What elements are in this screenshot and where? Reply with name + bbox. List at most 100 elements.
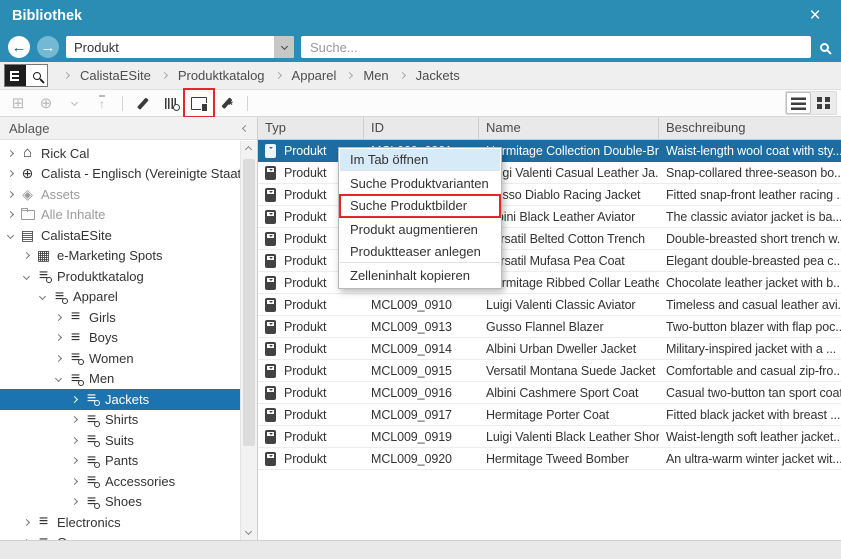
- tree-item[interactable]: Electronics: [0, 512, 257, 533]
- tree-item[interactable]: Assets: [0, 184, 257, 205]
- tree-mode-button[interactable]: [5, 65, 26, 86]
- chevron-icon[interactable]: [71, 437, 78, 444]
- chevron-icon[interactable]: [71, 457, 78, 464]
- context-menu-item[interactable]: Zelleninhalt kopieren: [340, 265, 500, 287]
- column-header[interactable]: ID: [364, 117, 479, 139]
- tree-item[interactable]: Pants: [0, 451, 257, 472]
- scroll-up-icon[interactable]: [245, 146, 252, 153]
- chevron-icon[interactable]: [39, 293, 46, 300]
- chevron-icon[interactable]: [71, 478, 78, 485]
- type-label: Produkt: [284, 408, 326, 422]
- breadcrumb-label[interactable]: CalistaESite: [75, 68, 156, 83]
- toolbar-button[interactable]: [89, 91, 115, 115]
- column-header[interactable]: Beschreibung: [659, 117, 841, 139]
- context-menu-item[interactable]: Suche Produktvarianten: [340, 173, 500, 195]
- chevron-icon[interactable]: [71, 498, 78, 505]
- tree-item[interactable]: Suits: [0, 430, 257, 451]
- toolbar-button[interactable]: [158, 91, 184, 115]
- type-filter-dropdown[interactable]: Produkt: [66, 36, 294, 58]
- chevron-icon[interactable]: [7, 191, 14, 198]
- chevron-icon[interactable]: [23, 252, 30, 259]
- window-title: Bibliothek: [12, 8, 805, 24]
- tree-item-label: Suits: [105, 433, 134, 448]
- forward-icon[interactable]: [37, 36, 59, 58]
- tree-item[interactable]: Men: [0, 369, 257, 390]
- view-toggle-button[interactable]: [811, 92, 836, 114]
- toolbar-button[interactable]: [33, 91, 59, 115]
- breadcrumb-label[interactable]: Apparel: [287, 68, 342, 83]
- table-row[interactable]: Produkt MCL009_0915 Versatil Montana Sue…: [258, 360, 841, 382]
- tree-item[interactable]: Shirts: [0, 410, 257, 431]
- breadcrumb-label[interactable]: Jackets: [411, 68, 465, 83]
- name-cell: Versatil Belted Cotton Trench: [479, 232, 659, 246]
- library-window: Bibliothek Produkt CalistaESite Produktk…: [0, 0, 841, 559]
- tree-item[interactable]: Alle Inhalte: [0, 205, 257, 226]
- search-input[interactable]: [301, 36, 811, 58]
- chevron-icon[interactable]: [55, 355, 62, 362]
- toolbar-button[interactable]: [214, 91, 240, 115]
- scrollbar-thumb[interactable]: [243, 159, 255, 446]
- name-cell: Hermitage Collection Double-Br...: [479, 144, 659, 158]
- tree-item[interactable]: e-Marketing Spots: [0, 246, 257, 267]
- description-cell: Fitted black jacket with breast ...: [659, 408, 841, 422]
- chevron-icon[interactable]: [23, 539, 30, 540]
- chevron-icon[interactable]: [55, 314, 62, 321]
- chevron-icon[interactable]: [7, 150, 14, 157]
- tree-item[interactable]: Women: [0, 348, 257, 369]
- context-menu-item[interactable]: Produkt augmentieren: [340, 219, 500, 241]
- chevron-icon[interactable]: [7, 170, 14, 177]
- collapse-panel-icon[interactable]: [242, 124, 249, 131]
- tree-item[interactable]: Rick Cal: [0, 143, 257, 164]
- table-row[interactable]: Produkt MCL009_0917 Hermitage Porter Coa…: [258, 404, 841, 426]
- close-icon[interactable]: [805, 6, 825, 26]
- tree-item[interactable]: Grocery: [0, 533, 257, 541]
- tree-item[interactable]: CalistaESite: [0, 225, 257, 246]
- toolbar-button[interactable]: [186, 91, 212, 115]
- tree-item[interactable]: Boys: [0, 328, 257, 349]
- search-icon[interactable]: [820, 43, 829, 52]
- back-icon[interactable]: [8, 36, 30, 58]
- tree-item[interactable]: Produktkatalog: [0, 266, 257, 287]
- tree-item[interactable]: Calista - Englisch (Vereinigte Staaten): [0, 164, 257, 185]
- table-row[interactable]: Produkt MCL009_0913 Gusso Flannel Blazer…: [258, 316, 841, 338]
- table-row[interactable]: Produkt MCL009_0914 Albini Urban Dweller…: [258, 338, 841, 360]
- chevron-icon[interactable]: [23, 273, 30, 280]
- breadcrumb-label[interactable]: Men: [358, 68, 393, 83]
- chevron-icon[interactable]: [71, 416, 78, 423]
- chevron-icon[interactable]: [71, 396, 78, 403]
- chevron-icon[interactable]: [23, 519, 30, 526]
- tree-item[interactable]: Accessories: [0, 471, 257, 492]
- chevron-icon[interactable]: [55, 334, 62, 341]
- table-row[interactable]: Produkt MCL009_0919 Luigi Valenti Black …: [258, 426, 841, 448]
- tree-item[interactable]: Jackets: [0, 389, 257, 410]
- scroll-down-icon[interactable]: [245, 528, 252, 535]
- type-label: Produkt: [284, 298, 326, 312]
- context-menu-item[interactable]: Suche Produktbilder: [340, 195, 500, 217]
- toolbar-button[interactable]: [5, 91, 31, 115]
- toolbar-button[interactable]: [61, 91, 87, 115]
- column-header[interactable]: Typ: [258, 117, 364, 139]
- tree-item[interactable]: Girls: [0, 307, 257, 328]
- table-row[interactable]: Produkt MCL009_0910 Luigi Valenti Classi…: [258, 294, 841, 316]
- chevron-icon[interactable]: [55, 375, 62, 382]
- chevron-icon[interactable]: [7, 232, 14, 239]
- search-mode-button[interactable]: [26, 65, 47, 86]
- context-menu-item[interactable]: Im Tab öffnen: [340, 149, 500, 171]
- toolbar-button[interactable]: [122, 96, 123, 111]
- product-icon: [265, 298, 276, 312]
- tree-item[interactable]: Shoes: [0, 492, 257, 513]
- chevron-icon[interactable]: [7, 211, 14, 218]
- table-row[interactable]: Produkt MCL009_0916 Albini Cashmere Spor…: [258, 382, 841, 404]
- column-header[interactable]: Name: [479, 117, 659, 139]
- type-label: Produkt: [284, 210, 326, 224]
- breadcrumb-item: Jackets: [394, 68, 465, 83]
- toolbar-button[interactable]: [130, 91, 156, 115]
- context-menu-item[interactable]: Produktteaser anlegen: [340, 241, 500, 263]
- toolbar-button[interactable]: [247, 96, 248, 111]
- table-row[interactable]: Produkt MCL009_0920 Hermitage Tweed Bomb…: [258, 448, 841, 470]
- tree-item[interactable]: Apparel: [0, 287, 257, 308]
- dropdown-button[interactable]: [274, 36, 294, 58]
- view-toggle-button[interactable]: [786, 92, 811, 114]
- breadcrumb-label[interactable]: Produktkatalog: [173, 68, 270, 83]
- tree-scrollbar[interactable]: [240, 141, 257, 540]
